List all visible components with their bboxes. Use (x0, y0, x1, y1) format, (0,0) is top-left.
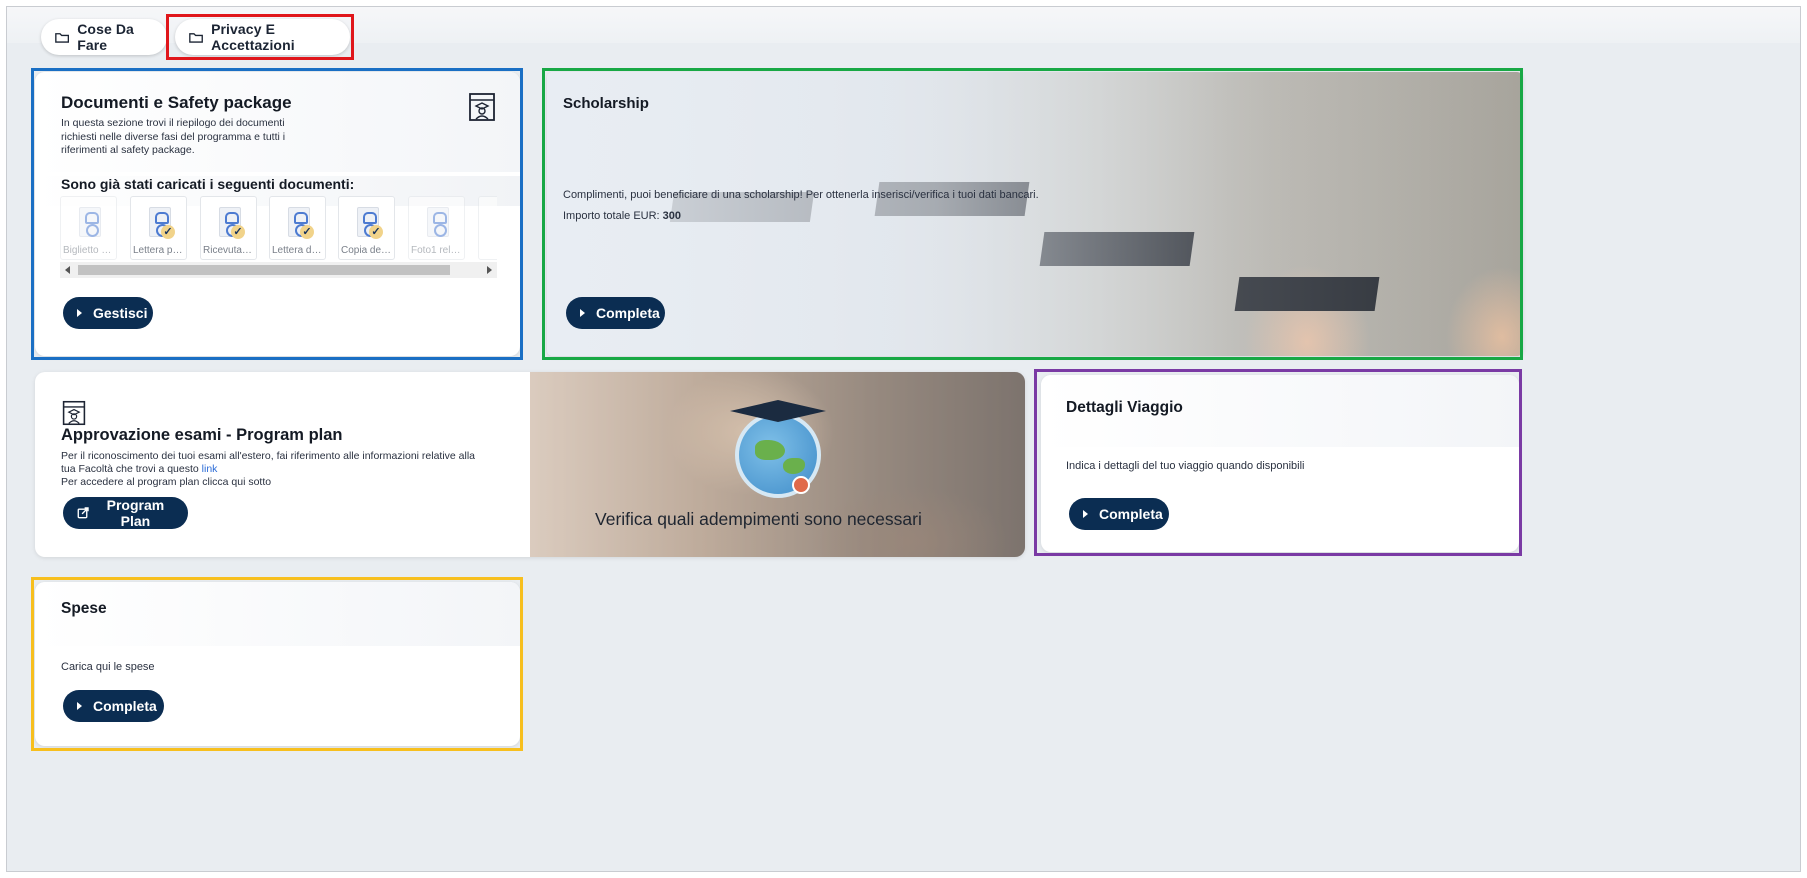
document-icon (427, 207, 449, 237)
document-tile[interactable]: Foto1 relati... (408, 196, 465, 260)
document-icon (79, 207, 101, 237)
play-icon (77, 309, 82, 317)
tab-cose-da-fare[interactable]: Cose Da Fare (41, 19, 167, 55)
tab-privacy-e-accettazioni[interactable]: Privacy E Accettazioni (175, 19, 350, 55)
travel-message: Indica i dettagli del tuo viaggio quando… (1066, 460, 1305, 472)
tab-label: Privacy E Accettazioni (211, 21, 295, 53)
program-plan-button[interactable]: Program Plan (63, 497, 188, 529)
scrollbar-thumb[interactable] (78, 265, 450, 275)
travel-title: Dettagli Viaggio (1066, 399, 1183, 416)
check-icon: ✓ (161, 225, 175, 239)
scroll-right-icon[interactable] (487, 266, 492, 274)
documents-uploaded-label: Sono già stati caricati i seguenti docum… (61, 176, 355, 192)
document-tile[interactable]: ✓ Lettera di a... (269, 196, 326, 260)
documents-scrollbar[interactable] (60, 262, 497, 278)
document-tile[interactable]: Biglietto di ... (60, 196, 117, 260)
check-icon: ✓ (300, 225, 314, 239)
exams-banner-text[interactable]: Verifica quali adempimenti sono necessar… (595, 509, 922, 530)
scholarship-card (547, 72, 1523, 356)
exams-title: Approvazione esami - Program plan (61, 426, 343, 444)
document-tile[interactable]: ✓ Ricevuta ac... (200, 196, 257, 260)
faculty-link[interactable]: link (202, 463, 218, 475)
expenses-message: Carica qui le spese (61, 661, 155, 673)
check-icon: ✓ (369, 225, 383, 239)
student-id-icon (469, 93, 495, 121)
seal-icon (792, 476, 810, 494)
gestisci-button[interactable]: Gestisci (63, 297, 153, 329)
document-tile[interactable]: ✓ Lettera pre... (130, 196, 187, 260)
external-link-icon (77, 507, 89, 519)
folder-icon (189, 32, 203, 43)
expenses-completa-button[interactable]: Completa (63, 690, 164, 722)
document-tile[interactable]: ✓ Copia del d... (338, 196, 395, 260)
check-icon: ✓ (231, 225, 245, 239)
student-id-icon (62, 400, 86, 426)
scholarship-completa-button[interactable]: Completa (566, 297, 665, 329)
play-icon (77, 702, 82, 710)
scholarship-amount-value: 300 (662, 210, 682, 222)
documents-description: In questa sezione trovi il riepilogo dei… (61, 117, 286, 156)
tab-label: Cose Da Fare (77, 21, 134, 53)
documents-title: Documenti e Safety package (61, 93, 292, 112)
expenses-title: Spese (61, 600, 107, 617)
scroll-left-icon[interactable] (65, 266, 70, 274)
graduates-photo (547, 72, 1523, 356)
scholarship-amount: Importo totale EUR: 300 (563, 210, 682, 222)
folder-icon (55, 32, 70, 43)
travel-completa-button[interactable]: Completa (1069, 498, 1169, 530)
document-tile[interactable]: Foto (478, 196, 497, 260)
play-icon (580, 309, 585, 317)
scholarship-title: Scholarship (563, 95, 649, 112)
exams-description: Per il riconoscimento dei tuoi esami all… (61, 450, 476, 488)
play-icon (1083, 510, 1088, 518)
scholarship-message: Complimenti, puoi beneficiare di una sch… (563, 189, 1039, 201)
